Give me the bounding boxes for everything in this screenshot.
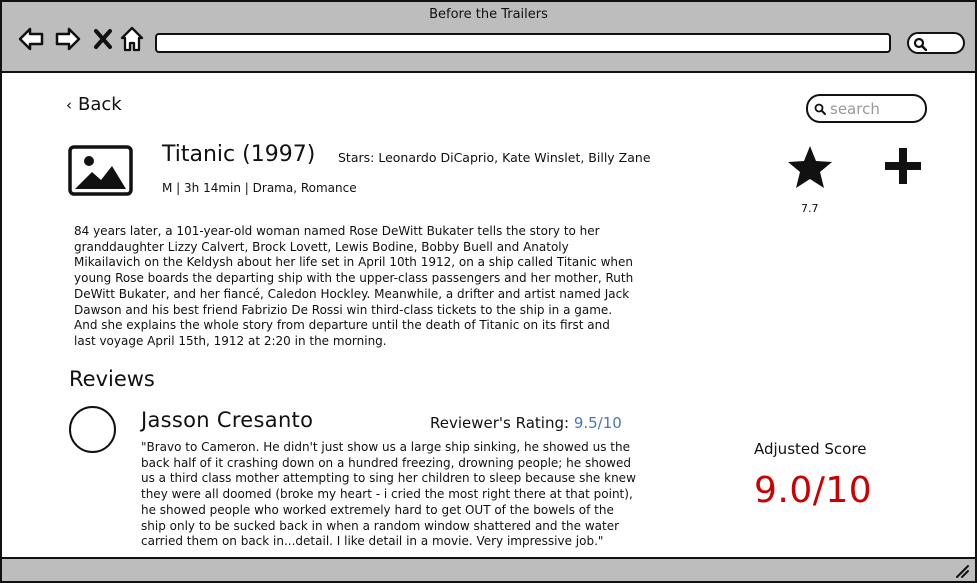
plus-icon[interactable]: [883, 146, 923, 186]
movie-meta: M | 3h 14min | Drama, Romance: [162, 181, 357, 195]
browser-window: Before the Trailers ‹Back Titanic (: [0, 0, 977, 583]
reviewer-name: Jasson Cresanto: [141, 408, 314, 432]
browser-chrome: Before the Trailers: [2, 2, 975, 73]
movie-stars: Stars: Leonardo DiCaprio, Kate Winslet, …: [338, 150, 651, 165]
browser-search-field[interactable]: [907, 32, 965, 54]
movie-synopsis: 84 years later, a 101-year-old woman nam…: [74, 224, 634, 348]
reviews-heading: Reviews: [69, 367, 155, 391]
back-label: Back: [78, 94, 122, 115]
page-search[interactable]: [806, 94, 927, 123]
home-icon[interactable]: [119, 25, 145, 53]
reviewer-rating-label: Reviewer's Rating:: [430, 414, 570, 432]
adjusted-score-value: 9.0/10: [754, 470, 873, 511]
image-placeholder-icon: [68, 145, 133, 196]
reviewer-rating: Reviewer's Rating: 9.5/10: [430, 414, 622, 432]
chevron-left-icon: ‹: [66, 96, 72, 114]
review-text: "Bravo to Cameron. He didn't just show u…: [141, 440, 636, 549]
close-icon[interactable]: [91, 25, 115, 53]
movie-rating: 7.7: [801, 202, 819, 215]
url-bar[interactable]: [155, 33, 891, 53]
search-icon: [913, 37, 927, 51]
resize-grip-icon[interactable]: [953, 562, 969, 578]
search-input[interactable]: [830, 99, 922, 119]
forward-arrow-icon[interactable]: [54, 25, 82, 53]
back-link[interactable]: ‹ Back: [66, 94, 122, 115]
status-bar: [2, 557, 975, 581]
adjusted-score-label: Adjusted Score: [754, 440, 867, 458]
star-icon[interactable]: [787, 145, 833, 189]
back-arrow-icon[interactable]: [17, 25, 45, 53]
avatar: [69, 406, 116, 453]
search-icon: [814, 103, 826, 115]
movie-title: Titanic (1997): [162, 142, 316, 167]
reviewer-rating-value: 9.5/10: [573, 414, 622, 432]
window-title: Before the Trailers: [429, 7, 548, 22]
